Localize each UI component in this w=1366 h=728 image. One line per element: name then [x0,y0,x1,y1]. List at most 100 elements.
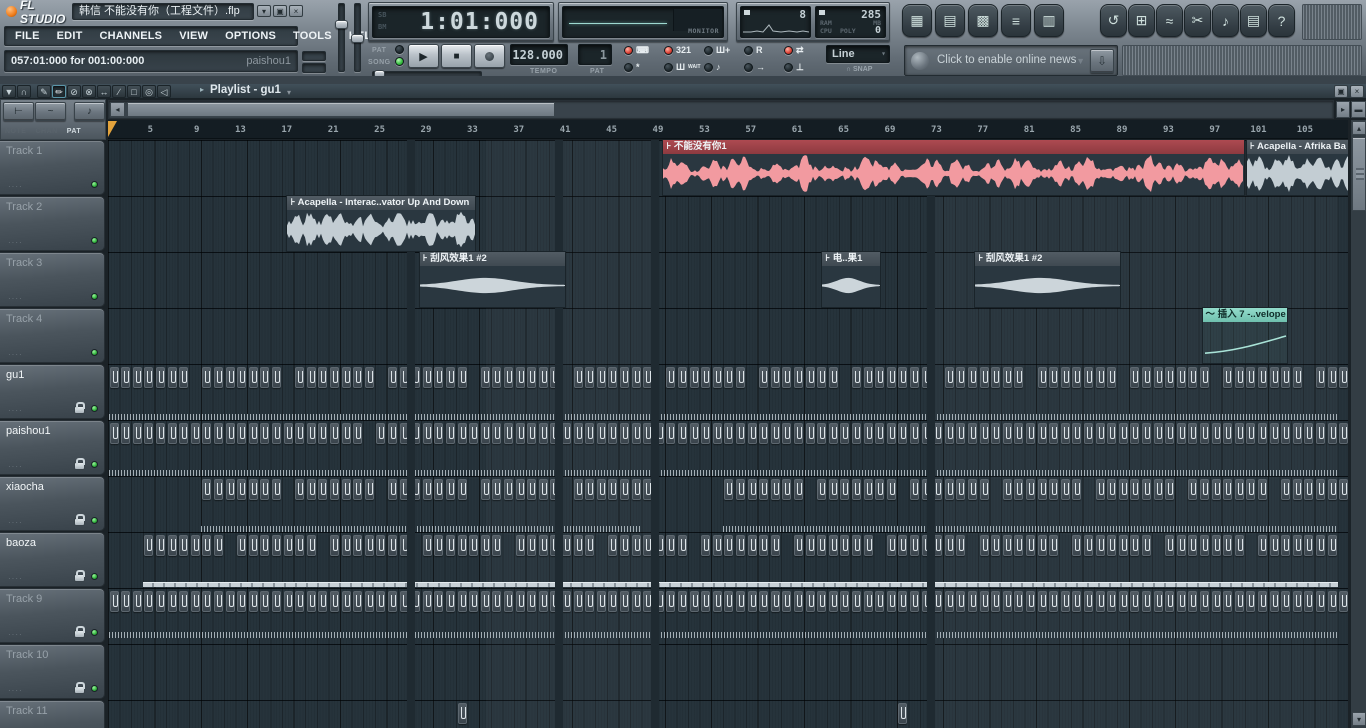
clip-body[interactable] [663,154,1244,195]
pattern-clip[interactable] [701,423,710,444]
pattern-clip[interactable] [852,367,861,388]
step-edit-led[interactable] [624,63,633,72]
pattern-clip[interactable] [1304,591,1313,612]
track-header-track-9[interactable]: Track 9···· [0,588,105,643]
pattern-clip[interactable] [423,479,432,500]
pattern-clip[interactable] [179,423,188,444]
pattern-clip[interactable] [840,479,849,500]
pattern-clip[interactable] [956,535,965,556]
pattern-clip[interactable] [1130,423,1139,444]
clip-header[interactable]: ⊦ 不能没有你1 [663,140,1244,154]
automation-clip[interactable]: 〜 插入 7 -..velope [1203,308,1288,363]
pattern-clip[interactable] [794,423,803,444]
pattern-clip[interactable] [690,591,699,612]
vscroll-down-button[interactable]: ▾ [1352,712,1366,726]
pattern-clip[interactable] [1049,591,1058,612]
delete-tool-icon[interactable]: ⊘ [67,85,81,98]
pattern-clip[interactable] [1014,367,1023,388]
pattern-clip[interactable] [504,479,513,500]
pattern-clip[interactable] [1003,367,1012,388]
pattern-clip[interactable] [771,423,780,444]
draw-tool-icon[interactable]: ✎ [37,85,51,98]
pattern-clip[interactable] [1200,535,1209,556]
pattern-clip[interactable] [388,535,397,556]
pattern-clip[interactable] [423,423,432,444]
pattern-clip[interactable] [597,367,606,388]
jump-to-start-button[interactable]: ⊢ [3,102,34,121]
pattern-clip[interactable] [446,479,455,500]
pattern-clip[interactable] [1014,423,1023,444]
countdown[interactable]: 321 [664,45,691,55]
pattern-clip[interactable] [1316,479,1325,500]
pattern-clip[interactable] [249,423,258,444]
track-header-track-10[interactable]: Track 10···· [0,644,105,699]
edison-button[interactable]: ✂ [1184,4,1211,37]
pattern-clip[interactable] [423,535,432,556]
track-lock-icon[interactable] [74,630,85,638]
pattern-clip[interactable] [759,367,768,388]
record-audio-button[interactable]: ♪ [1212,4,1239,37]
pattern-clip[interactable] [434,591,443,612]
pattern-clip[interactable] [202,479,211,500]
tempo-lcd[interactable]: 128.000 [510,44,568,65]
pattern-clip[interactable] [516,591,525,612]
pattern-clip[interactable] [1339,423,1348,444]
pattern-clip[interactable] [353,479,362,500]
pattern-clip[interactable] [226,367,235,388]
pattern-clip[interactable] [817,535,826,556]
audio-clip[interactable]: ⊦ Acapella - Afrika Ba [1247,140,1348,195]
pattern-clip[interactable] [1328,479,1337,500]
audio-clip[interactable]: ⊦ Acapella - Interac..vator Up And Down [287,196,475,251]
pattern-clip[interactable] [1270,591,1279,612]
blend-notes-led[interactable] [704,46,713,55]
hscroll-thumb[interactable] [127,102,555,117]
pattern-clip[interactable] [980,479,989,500]
pattern-clip[interactable] [156,367,165,388]
pattern-clip[interactable] [748,423,757,444]
pattern-clip[interactable] [260,591,269,612]
pattern-clip[interactable] [1223,535,1232,556]
pattern-clip[interactable] [434,367,443,388]
pattern-clip[interactable] [539,423,548,444]
pattern-clip[interactable] [980,591,989,612]
master-pitch-handle[interactable] [351,34,364,43]
pattern-clip[interactable] [1003,591,1012,612]
pattern-clip[interactable] [1084,591,1093,612]
pattern-clip[interactable] [318,423,327,444]
pattern-clip[interactable] [1026,535,1035,556]
pattern-clip[interactable] [492,535,501,556]
clip-header[interactable]: 〜 插入 7 -..velope [1203,308,1288,322]
pattern-clip[interactable] [678,535,687,556]
pattern-clip[interactable] [1316,535,1325,556]
punch[interactable]: ⊥ [784,62,804,73]
pattern-clip[interactable] [910,591,919,612]
time-tag-min[interactable]: BM [378,23,386,31]
track-enable-led[interactable] [91,573,98,580]
render-button[interactable]: ≈ [1156,4,1183,37]
audio-clip[interactable]: ⊦ 不能没有你1 [663,140,1244,195]
project-info-button[interactable]: ▤ [1240,4,1267,37]
pattern-clip[interactable] [110,591,119,612]
pattern-clip[interactable] [608,591,617,612]
pattern-clip[interactable] [1119,479,1128,500]
pattern-clip[interactable] [481,479,490,500]
clip-body[interactable] [822,266,880,307]
pattern-clip[interactable] [1096,479,1105,500]
pattern-clip[interactable] [144,535,153,556]
pattern-clip[interactable] [585,367,594,388]
pattern-clip[interactable] [504,591,513,612]
select-tool-icon[interactable]: □ [127,85,141,98]
pattern-clip[interactable] [1165,367,1174,388]
pattern-clip[interactable] [469,591,478,612]
pattern-clip[interactable] [492,423,501,444]
pattern-clip[interactable] [284,591,293,612]
pattern-clip[interactable] [574,479,583,500]
pattern-clip[interactable] [214,479,223,500]
pattern-clip[interactable] [1339,367,1348,388]
pattern-clip[interactable] [1026,591,1035,612]
pattern-clip[interactable] [736,367,745,388]
pattern-clip[interactable] [260,367,269,388]
pattern-clip[interactable] [1212,479,1221,500]
pattern-clip[interactable] [864,367,873,388]
pattern-clip[interactable] [237,591,246,612]
